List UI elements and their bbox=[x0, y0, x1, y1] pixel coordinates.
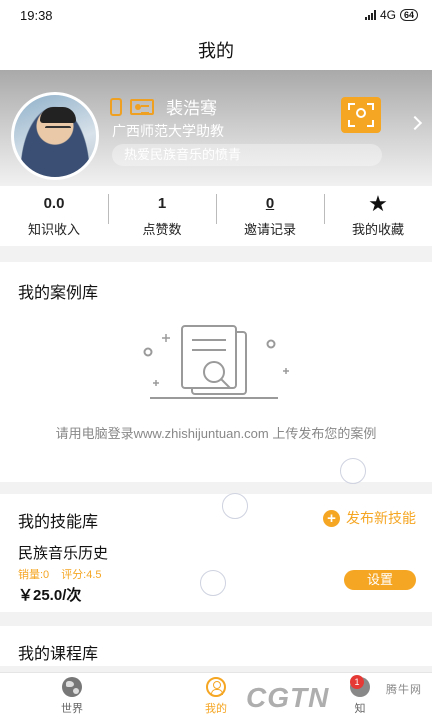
profile-header[interactable]: 裴浩骞 广西师范大学助教 热爱民族音乐的愤青 bbox=[0, 70, 432, 186]
signal-icon bbox=[364, 10, 376, 20]
watermark-text: CGTN bbox=[246, 682, 330, 713]
section-title: 我的案例库 bbox=[18, 285, 99, 302]
phone-verified-icon bbox=[110, 97, 122, 116]
skill-name[interactable]: 民族音乐历史 bbox=[18, 542, 108, 563]
touch-indicator bbox=[340, 458, 366, 484]
user-name: 裴浩骞 bbox=[166, 99, 217, 118]
skill-sales: 销量:0 bbox=[18, 569, 50, 581]
stat-value: 0.0 bbox=[43, 195, 65, 212]
user-motto: 热爱民族音乐的愤青 bbox=[112, 144, 382, 166]
stat-label: 我的收藏 bbox=[351, 222, 404, 237]
nav-bar: 我的 bbox=[0, 30, 432, 70]
courses-section: 我的课程库 bbox=[0, 626, 432, 666]
tab-world[interactable]: 世界 bbox=[0, 673, 144, 720]
verification-badges: 裴浩骞 bbox=[110, 94, 217, 119]
stat-income[interactable]: 0.0 知识收入 bbox=[0, 186, 108, 246]
status-time: 19:38 bbox=[20, 7, 53, 23]
section-title: 我的技能库 bbox=[18, 514, 99, 531]
globe-icon bbox=[62, 677, 82, 697]
network-type: 4G bbox=[379, 8, 396, 22]
publish-skill-button[interactable]: + 发布新技能 bbox=[323, 508, 416, 528]
scan-profile-icon bbox=[348, 103, 374, 127]
touch-indicator bbox=[200, 570, 226, 596]
stat-label: 知识收入 bbox=[27, 222, 80, 237]
page-title: 我的 bbox=[198, 41, 234, 61]
star-icon: ★ bbox=[368, 191, 388, 216]
stat-invites[interactable]: 0 邀请记录 bbox=[216, 186, 324, 246]
section-title: 我的课程库 bbox=[18, 646, 99, 663]
tab-label: 我的 bbox=[205, 703, 227, 715]
avatar[interactable] bbox=[11, 92, 99, 180]
stat-label: 点赞数 bbox=[142, 222, 182, 237]
watermark-logo: 腾牛网 CGTN bbox=[246, 676, 432, 720]
status-bar: 19:38 4G 64 bbox=[0, 0, 432, 30]
stat-value: 0 bbox=[265, 195, 275, 212]
tab-label: 世界 bbox=[61, 703, 83, 715]
chevron-right-icon[interactable] bbox=[407, 115, 423, 131]
id-card-icon bbox=[130, 98, 154, 115]
qr-code-button[interactable] bbox=[341, 97, 381, 133]
stat-label: 邀请记录 bbox=[243, 222, 296, 237]
status-indicators: 4G 64 bbox=[364, 8, 418, 22]
stat-likes[interactable]: 1 点赞数 bbox=[108, 186, 216, 246]
empty-document-icon bbox=[143, 325, 289, 399]
watermark-site: 腾牛网 bbox=[386, 684, 422, 696]
battery-icon: 64 bbox=[399, 9, 418, 21]
empty-hint: 请用电脑登录www.zhishijuntuan.com 上传发布您的案例 bbox=[55, 426, 377, 441]
cases-section: 我的案例库 请用电脑登录www.zhishijuntuan.com 上传发布您的… bbox=[0, 262, 432, 482]
touch-indicator bbox=[222, 493, 248, 519]
plus-icon: + bbox=[323, 509, 340, 527]
skill-rating: 评分:4.5 bbox=[61, 569, 102, 581]
skill-meta: 销量:0 评分:4.5 bbox=[18, 566, 102, 582]
publish-skill-label: 发布新技能 bbox=[346, 510, 416, 526]
stat-value: 1 bbox=[157, 195, 167, 212]
stats-row: 0.0 知识收入 1 点赞数 0 邀请记录 ★ 我的收藏 bbox=[0, 186, 432, 246]
user-title: 广西师范大学助教 bbox=[112, 123, 224, 139]
person-icon bbox=[206, 677, 226, 697]
skill-settings-button[interactable]: 设置 bbox=[344, 570, 416, 590]
skill-price: ￥25.0/次 bbox=[18, 587, 82, 604]
stat-favorites[interactable]: ★ 我的收藏 bbox=[324, 186, 432, 246]
